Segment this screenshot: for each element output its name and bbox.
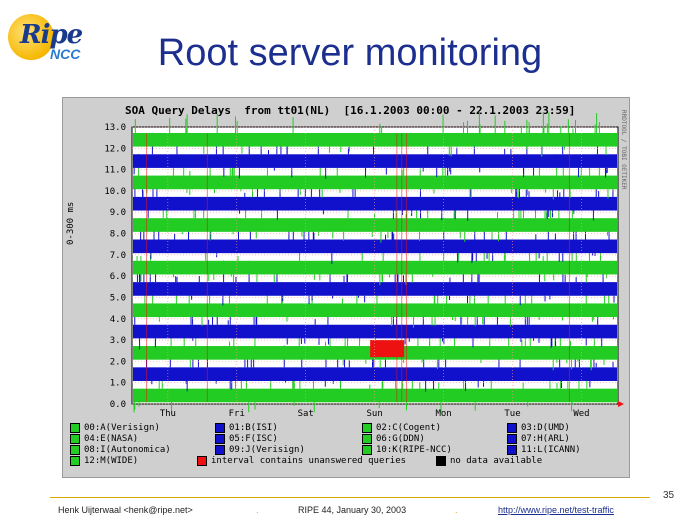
legend-swatch [70, 423, 80, 433]
legend-item: 11:L(ICANN) [507, 445, 581, 455]
legend-item: 01:B(ISI) [215, 423, 278, 433]
legend-label: 00:A(Verisign) [84, 423, 160, 433]
y-tick-label: 3.0 [110, 336, 126, 346]
legend-item: 07:H(ARL) [507, 434, 570, 444]
y-tick-label: 13.0 [104, 123, 126, 133]
y-tick-label: 9.0 [110, 208, 126, 218]
series-band-8 [133, 218, 617, 232]
legend-swatch [197, 456, 207, 466]
legend-swatch [70, 456, 80, 466]
chart-legend: 00:A(Verisign) 01:B(ISI) 02:C(Cogent) 03:D(… [70, 423, 626, 473]
legend-item: 03:D(UMD) [507, 423, 570, 433]
legend-swatch [507, 423, 517, 433]
series-band-9 [133, 196, 617, 211]
legend-label: 11:L(ICANN) [521, 445, 581, 455]
legend-label: 05:F(ISC) [229, 434, 278, 444]
x-tick-label: Mon [435, 409, 451, 419]
series-band-4 [133, 303, 617, 318]
footer-event: RIPE 44, January 30, 2003 [298, 505, 407, 515]
unanswered-block [370, 340, 405, 358]
legend-label: 06:G(DDN) [376, 434, 425, 444]
legend-item: 00:A(Verisign) [70, 423, 160, 433]
legend-label: 10:K(RIPE-NCC) [376, 445, 452, 455]
legend-swatch [70, 445, 80, 455]
legend-label: 09:J(Verisign) [229, 445, 305, 455]
x-tick-label: Sun [367, 409, 383, 419]
y-tick-label: 5.0 [110, 293, 126, 303]
legend-swatch [507, 434, 517, 444]
legend-swatch [362, 423, 372, 433]
legend-label: 04:E(NASA) [84, 434, 139, 444]
legend-item: 05:F(ISC) [215, 434, 278, 444]
legend-swatch [215, 434, 225, 444]
footer-link[interactable]: http://www.ripe.net/test-traffic [498, 505, 614, 515]
y-tick-label: 6.0 [110, 272, 126, 282]
legend-label: 12:M(WIDE) [84, 456, 139, 466]
legend-item: no data available [436, 456, 542, 466]
y-tick-label: 0.0 [110, 400, 126, 410]
x-tick-label: Thu [160, 409, 176, 419]
footer-separator-1: . [256, 505, 259, 515]
legend-swatch [215, 423, 225, 433]
legend-swatch [70, 434, 80, 444]
page-number: 35 [663, 490, 675, 501]
legend-item: interval contains unanswered queries [197, 456, 406, 466]
y-tick-label: 7.0 [110, 251, 126, 261]
series-band-0 [133, 388, 617, 403]
legend-item: 10:K(RIPE-NCC) [362, 445, 452, 455]
legend-item: 04:E(NASA) [70, 434, 138, 444]
footer-separator-2: . [455, 505, 458, 515]
y-tick-label: 11.0 [104, 166, 126, 176]
legend-swatch [215, 445, 225, 455]
legend-label: 02:C(Cogent) [376, 423, 442, 433]
footer-author: Henk Uijterwaal <henk@ripe.net> [58, 505, 193, 515]
series-band-6 [133, 260, 617, 275]
series-band-12 [133, 132, 617, 147]
x-axis-arrow [618, 401, 624, 407]
legend-label: 03:D(UMD) [521, 423, 570, 433]
y-tick-label: 1.0 [110, 379, 126, 389]
series-band-11 [133, 154, 617, 168]
legend-item: 06:G(DDN) [362, 434, 425, 444]
x-tick-label: Tue [504, 409, 520, 419]
legend-swatch [436, 456, 446, 466]
legend-item: 09:J(Verisign) [215, 445, 305, 455]
footer-divider [50, 497, 650, 498]
legend-label: 08:I(Autonomica) [84, 445, 171, 455]
series-band-3 [133, 324, 617, 339]
y-tick-label: 4.0 [110, 315, 126, 325]
legend-label: interval contains unanswered queries [211, 456, 407, 466]
legend-label: 01:B(ISI) [229, 423, 278, 433]
series-band-5 [133, 282, 617, 296]
legend-swatch [362, 445, 372, 455]
slide-title: Root server monitoring [157, 32, 543, 74]
series-band-7 [133, 239, 617, 254]
legend-item: 08:I(Autonomica) [70, 445, 171, 455]
chart-svg: 0.0 1.0 2.0 3.0 4.0 5.0 6.0 7.0 8.0 9.0 10.0 11.0 12… [104, 111, 624, 419]
x-tick-label: Fri [229, 409, 245, 419]
y-tick-label: 8.0 [110, 230, 126, 240]
y-tick-label: 12.0 [104, 144, 126, 154]
legend-swatch [362, 434, 372, 444]
legend-label: no data available [450, 456, 543, 466]
legend-label: 07:H(ARL) [521, 434, 570, 444]
legend-swatch [507, 445, 517, 455]
series-band-1 [133, 367, 617, 381]
x-tick-label: Sat [298, 409, 314, 419]
legend-item: 02:C(Cogent) [362, 423, 441, 433]
x-tick-label: Wed [573, 409, 589, 419]
series-band-10 [133, 175, 617, 190]
y-tick-label: 10.0 [104, 187, 126, 197]
legend-item: 12:M(WIDE) [70, 456, 138, 466]
y-tick-label: 2.0 [110, 357, 126, 367]
